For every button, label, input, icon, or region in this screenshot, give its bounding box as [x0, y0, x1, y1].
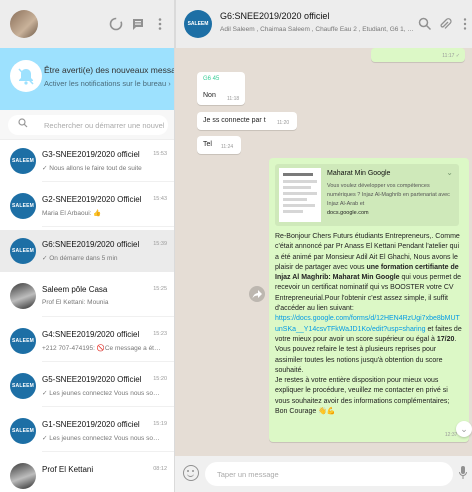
participants-list: Adil Saleem , Chaimaa Saleem , Chauffe E…: [220, 26, 415, 33]
link-preview-title: Maharat Min Google: [327, 170, 391, 177]
chat-preview: Prof El Kettani: Mounia: [42, 299, 109, 306]
search-box[interactable]: [8, 115, 168, 135]
chat-item-active[interactable]: SALEEM G6:SNEE2019/2020 officiel 15:39 ✓…: [0, 230, 174, 272]
message-time: 11:24: [221, 144, 234, 150]
link-preview-thumbnail: [279, 168, 321, 222]
chat-item[interactable]: Saleem pôle Casa 15:25 Prof El Kettani: …: [0, 275, 174, 317]
chat-preview: Maria El Arbaoui: 👍: [42, 210, 102, 217]
chat-name: G5-SNEE2019/2020 Officiel: [42, 375, 142, 384]
status-icon[interactable]: [108, 16, 124, 32]
message-text: Tel: [203, 141, 212, 148]
bell-off-icon: [10, 60, 42, 92]
message-time: 11:17 ✓: [442, 53, 460, 59]
group-avatar: SALEEM: [10, 418, 36, 444]
message-text: Je ss connecte par t: [203, 117, 266, 124]
chat-time: 15:53: [153, 151, 167, 157]
link-preview[interactable]: Maharat Min Google Vous voulez développe…: [275, 164, 459, 226]
menu-icon[interactable]: [458, 17, 472, 31]
chat-item[interactable]: SALEEM G1-SNEE2019/2020 officiel 15:19 ✓…: [0, 410, 174, 452]
message-text: Re-Bonjour Chers Futurs étudiants Entrep…: [275, 232, 463, 417]
chat-name: Prof El Kettani: [42, 465, 94, 474]
search-input[interactable]: [44, 115, 164, 135]
chat-item[interactable]: SALEEM G3-SNEE2019/2020 officiel 15:53 ✓…: [0, 140, 174, 182]
divider: [42, 406, 174, 407]
forward-icon[interactable]: [249, 286, 265, 302]
chat-name: G4:SNEE2019/2020 officiel: [42, 330, 140, 339]
conversation-title: G6:SNEE2019/2020 officiel: [220, 11, 330, 21]
conversation-header[interactable]: SALEEM G6:SNEE2019/2020 officiel Adil Sa…: [175, 0, 472, 48]
notification-title: Être averti(e) des nouveaux messages: [44, 65, 175, 75]
chat-preview: +212 707-474195: 🚫Ce message a été ...: [42, 345, 162, 352]
search-icon: [18, 118, 28, 131]
chat-item[interactable]: SALEEM G4:SNEE2019/2020 officiel 15:23 +…: [0, 320, 174, 362]
group-avatar: SALEEM: [10, 193, 36, 219]
message-time: 11:20: [277, 120, 290, 126]
incoming-message[interactable]: Je ss connecte par t 11:20: [197, 112, 297, 130]
chat-item[interactable]: SALEEM G5-SNEE2019/2020 Officiel 15:20 ✓…: [0, 365, 174, 407]
chat-preview: ✓ Nous allons le faire tout de suite: [42, 165, 142, 172]
chat-time: 08:12: [153, 466, 167, 472]
chevron-down-icon[interactable]: ⌄: [446, 168, 453, 177]
message-composer: [175, 456, 472, 492]
group-avatar: SALEEM: [10, 328, 36, 354]
chat-name: G2-SNEE2019/2020 Officiel: [42, 195, 142, 204]
link-preview-description: Vous voulez développer vos compétences n…: [327, 183, 450, 207]
divider: [42, 181, 174, 182]
link-preview-domain: docs.google.com: [327, 210, 369, 216]
message-text: Non: [203, 92, 216, 99]
group-avatar: SALEEM: [10, 148, 36, 174]
message-input[interactable]: [205, 462, 453, 486]
outgoing-message-long[interactable]: Maharat Min Google Vous voulez développe…: [269, 158, 469, 442]
divider: [42, 226, 174, 227]
contact-avatar: [10, 463, 36, 489]
chat-time: 15:20: [153, 376, 167, 382]
divider: [42, 451, 174, 452]
search-icon[interactable]: [418, 17, 432, 31]
chat-time: 15:43: [153, 196, 167, 202]
message-paragraph: Je restes à votre entière disposition po…: [275, 377, 450, 416]
chat-name: Saleem pôle Casa: [42, 285, 108, 294]
whatsapp-web-window: Être averti(e) des nouveaux messages Act…: [0, 0, 472, 492]
scroll-down-icon[interactable]: ⌄: [456, 421, 472, 437]
group-avatar: SALEEM: [10, 238, 36, 264]
chat-preview: ✓ Les jeunes connectez Vous nous som...: [42, 435, 162, 442]
attach-icon[interactable]: [438, 17, 452, 31]
notification-enable-link[interactable]: Activer les notifications sur le bureau …: [44, 79, 171, 88]
conversation-pane: SALEEM G6:SNEE2019/2020 officiel Adil Sa…: [175, 0, 472, 492]
chat-time: 15:39: [153, 241, 167, 247]
chat-preview: ✓ On démarre dans 5 min: [42, 255, 118, 262]
chat-item[interactable]: Prof El Kettani 08:12: [0, 455, 174, 492]
menu-icon[interactable]: [152, 16, 168, 32]
chat-time: 15:19: [153, 421, 167, 427]
sidebar-header: [0, 0, 174, 48]
incoming-message[interactable]: G6 45 Non 11:18: [197, 72, 245, 105]
message-time: 11:18: [227, 96, 240, 102]
new-chat-icon[interactable]: [130, 16, 146, 32]
microphone-icon[interactable]: [459, 466, 467, 480]
group-avatar[interactable]: SALEEM: [184, 10, 212, 38]
notification-banner[interactable]: Être averti(e) des nouveaux messages Act…: [0, 48, 175, 110]
outgoing-message[interactable]: 11:17 ✓: [371, 48, 465, 62]
message-bold-text: 17/20: [436, 335, 455, 343]
profile-avatar[interactable]: [10, 10, 38, 38]
sidebar: Être averti(e) des nouveaux messages Act…: [0, 0, 175, 492]
chat-item[interactable]: SALEEM G2-SNEE2019/2020 Officiel 15:43 M…: [0, 185, 174, 227]
message-list: 11:17 ✓ G6 45 Non 11:18 Je ss connecte p…: [175, 48, 472, 456]
incoming-message[interactable]: Tel 11:24: [197, 136, 241, 154]
chat-name: G3-SNEE2019/2020 officiel: [42, 150, 140, 159]
sender-name: G6 45: [203, 76, 220, 82]
divider: [42, 316, 174, 317]
chat-name: G1-SNEE2019/2020 officiel: [42, 420, 140, 429]
contact-avatar: [10, 283, 36, 309]
emoji-icon[interactable]: [183, 465, 199, 481]
chat-name: G6:SNEE2019/2020 officiel: [42, 240, 140, 249]
chat-time: 15:23: [153, 331, 167, 337]
chat-preview: ✓ Les jeunes connectez Vous nous som...: [42, 390, 162, 397]
chat-time: 15:25: [153, 286, 167, 292]
search-bar: [0, 110, 174, 140]
group-avatar: SALEEM: [10, 373, 36, 399]
divider: [42, 361, 174, 362]
